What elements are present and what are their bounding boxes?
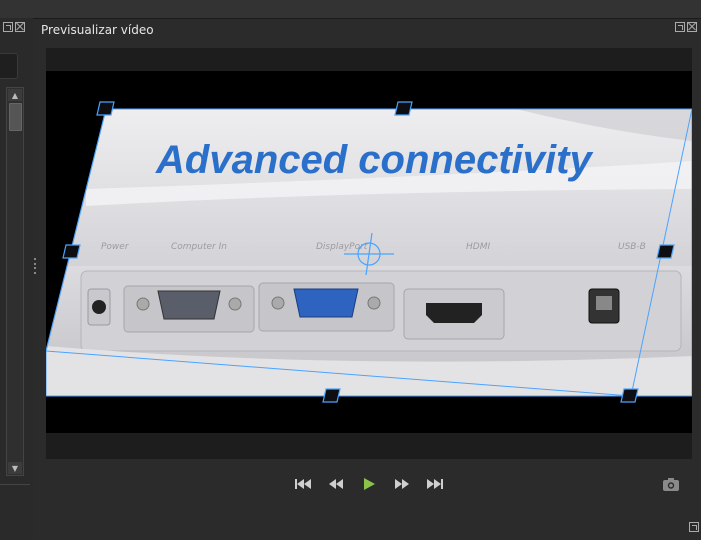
panel-title: Previsualizar vídeo — [41, 23, 154, 37]
rewind-icon — [328, 479, 343, 489]
fast-forward-button[interactable] — [389, 474, 414, 494]
resize-handle-middle-right[interactable] — [656, 244, 675, 259]
left-panel-field[interactable] — [0, 53, 18, 79]
port-label-usb: USB-B — [618, 242, 646, 252]
preview-window-controls — [675, 22, 697, 32]
play-button[interactable] — [356, 474, 381, 494]
float-icon[interactable] — [3, 22, 13, 32]
divider — [0, 484, 30, 485]
scroll-thumb[interactable] — [9, 103, 22, 131]
port-label-hdmi: HDMI — [466, 242, 490, 252]
skip-back-icon — [294, 479, 311, 489]
resize-handle-bottom-right[interactable] — [620, 388, 639, 403]
top-toolbar — [0, 0, 701, 19]
playback-controls — [290, 474, 447, 494]
camera-icon — [663, 478, 679, 491]
play-icon — [363, 478, 375, 490]
scroll-down-icon[interactable]: ▼ — [8, 462, 22, 474]
port-label-power: Power — [101, 242, 130, 252]
resize-handle-top-left[interactable] — [96, 101, 115, 116]
video-overlay-title: Advanced connectivity — [155, 138, 593, 182]
close-icon[interactable] — [15, 22, 25, 32]
dock-float-icon[interactable] — [689, 522, 699, 532]
resize-handle-bottom-middle[interactable] — [322, 388, 341, 403]
video-content: Power Computer In DisplayPort HDMI USB-B — [46, 101, 692, 403]
close-icon[interactable] — [687, 22, 697, 32]
rewind-button[interactable] — [323, 474, 348, 494]
skip-to-start-button[interactable] — [290, 474, 315, 494]
port-label-computer-in: Computer In — [171, 242, 227, 252]
fast-forward-icon — [394, 479, 409, 489]
snapshot-button[interactable] — [662, 476, 680, 492]
skip-forward-icon — [426, 479, 443, 489]
resize-handle-middle-left[interactable] — [62, 244, 81, 259]
panel-splitter-handle[interactable] — [33, 258, 37, 274]
float-icon[interactable] — [675, 22, 685, 32]
skip-to-end-button[interactable] — [422, 474, 447, 494]
video-frame[interactable]: Power Computer In DisplayPort HDMI USB-B — [46, 71, 692, 433]
left-scrollbar[interactable]: ▲ ▼ — [6, 87, 24, 476]
resize-handle-top-middle[interactable] — [394, 101, 413, 116]
scroll-up-icon[interactable]: ▲ — [8, 89, 22, 101]
left-panel-window-controls — [3, 22, 25, 32]
